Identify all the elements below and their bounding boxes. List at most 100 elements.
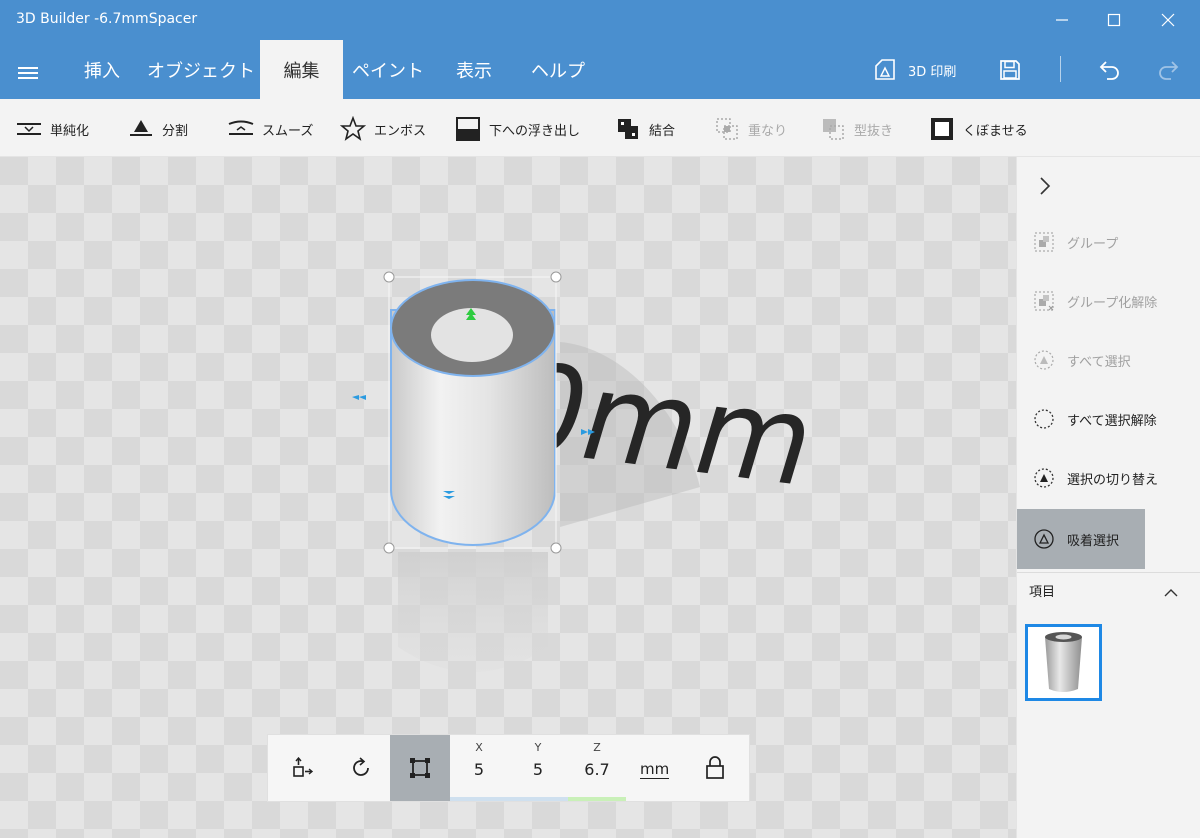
toggle-selection-icon <box>1034 468 1054 488</box>
merge-icon <box>618 119 638 139</box>
menu-bar: 挿入 オブジェクト 編集 ペイント 表示 ヘルプ 3D 印刷 <box>0 40 1200 99</box>
x-label: X <box>475 741 483 754</box>
lock-button[interactable] <box>688 735 742 801</box>
simplify-button[interactable]: 単純化 <box>16 115 89 143</box>
rotate-icon <box>353 757 369 776</box>
x-field[interactable]: X 5 <box>449 735 509 801</box>
maximize-button[interactable] <box>1088 0 1140 40</box>
tab-edit[interactable]: 編集 <box>260 40 343 99</box>
hollow-label: くぼませる <box>963 123 1028 139</box>
resize-handle-bottom-right[interactable] <box>550 542 562 554</box>
select-all-label: すべて選択 <box>1067 354 1131 370</box>
redo-icon <box>1159 61 1179 80</box>
emboss-label: エンボス <box>374 123 427 139</box>
save-icon <box>1000 60 1020 80</box>
xy-axis-bar <box>450 797 568 801</box>
3d-print-label: 3D 印刷 <box>908 64 957 80</box>
split-label: 分割 <box>162 123 189 139</box>
item-thumbnail[interactable] <box>1025 624 1102 701</box>
printer-3d-icon <box>875 59 895 80</box>
tab-help[interactable]: ヘルプ <box>515 40 601 99</box>
intersect-icon <box>716 118 738 140</box>
object-reflection <box>398 552 548 672</box>
z-field[interactable]: Z 6.7 <box>567 735 627 801</box>
tab-paint[interactable]: ペイント <box>343 40 433 99</box>
snap-select-button[interactable]: 吸着選択 <box>1017 509 1145 569</box>
resize-handle-top-right[interactable] <box>550 271 562 283</box>
smooth-button[interactable]: スムーズ <box>228 115 313 143</box>
tab-object[interactable]: オブジェクト <box>142 40 260 99</box>
move-icon <box>293 757 314 777</box>
undo-icon <box>1099 61 1119 80</box>
split-button[interactable]: 分割 <box>128 115 188 143</box>
intersect-label: 重なり <box>748 123 788 139</box>
tab-insert[interactable]: 挿入 <box>66 40 138 99</box>
unit-dropdown[interactable]: mm <box>640 760 670 779</box>
toggle-selection-button[interactable]: 選択の切り替え <box>1017 452 1200 504</box>
hollow-icon <box>931 118 953 140</box>
group-icon <box>1034 232 1054 252</box>
subtract-icon <box>823 119 844 140</box>
merge-button[interactable]: 結合 <box>615 115 675 143</box>
z-axis-bar <box>568 797 626 801</box>
save-button[interactable] <box>992 52 1028 88</box>
chevron-up-icon <box>1164 589 1178 597</box>
collapse-items-button[interactable] <box>1163 584 1179 603</box>
tab-view[interactable]: 表示 <box>437 40 511 99</box>
redo-button[interactable] <box>1150 52 1186 88</box>
select-all-button[interactable]: すべて選択 <box>1017 334 1200 386</box>
deselect-all-label: すべて選択解除 <box>1067 413 1157 429</box>
hamburger-menu-icon[interactable] <box>18 67 38 79</box>
intersect-button[interactable]: 重なり <box>714 115 787 143</box>
simplify-icon <box>17 123 41 135</box>
z-value[interactable]: 6.7 <box>567 760 627 779</box>
select-all-icon <box>1034 350 1054 370</box>
collapse-panel-button[interactable] <box>1037 175 1053 201</box>
toolbar-separator <box>1060 56 1061 82</box>
minimize-icon <box>1056 19 1068 21</box>
ungroup-icon <box>1034 291 1054 311</box>
items-heading: 項目 <box>1029 585 1056 600</box>
simplify-label: 単純化 <box>50 123 90 139</box>
transform-panel: X 5 Y 5 Z 6.7 <box>267 734 750 802</box>
edit-toolbar: 単純化 分割 スムーズ エンボス 下への浮き出し 結合 重なり 型抜き くぼませ… <box>0 99 1200 157</box>
close-button[interactable] <box>1142 0 1194 40</box>
y-label: Y <box>534 741 542 754</box>
hollow-button[interactable]: くぼませる <box>929 115 1028 143</box>
extrude-down-icon <box>456 117 480 141</box>
z-label: Z <box>593 741 601 754</box>
cylinder-thumbnail-icon <box>1045 632 1082 692</box>
3d-print-button[interactable]: 3D 印刷 <box>872 56 956 84</box>
x-axis-arrow-left-icon[interactable] <box>352 395 366 400</box>
y-value[interactable]: 5 <box>508 760 568 779</box>
chevron-right-icon <box>1040 177 1051 195</box>
panel-divider <box>1017 572 1200 573</box>
undo-button[interactable] <box>1092 52 1128 88</box>
side-panel: グループ グループ化解除 すべて選択 すべて選択解除 選択の切り替え 吸着選択 … <box>1016 157 1200 838</box>
snap-select-icon <box>1034 529 1054 549</box>
resize-handle-top-left[interactable] <box>383 271 395 283</box>
group-button[interactable]: グループ <box>1017 216 1200 268</box>
subtract-button[interactable]: 型抜き <box>820 115 893 143</box>
merge-label: 結合 <box>649 123 676 139</box>
y-field[interactable]: Y 5 <box>508 735 568 801</box>
extrude-down-button[interactable]: 下への浮き出し <box>455 115 580 143</box>
split-icon <box>130 120 152 136</box>
maximize-icon <box>1107 13 1121 27</box>
x-value[interactable]: 5 <box>449 760 509 779</box>
emboss-button[interactable]: エンボス <box>340 115 426 143</box>
smooth-icon <box>228 120 254 135</box>
subtract-label: 型抜き <box>854 123 894 139</box>
close-icon <box>1161 13 1175 27</box>
minimize-button[interactable] <box>1036 0 1088 40</box>
move-tool-button[interactable] <box>276 735 330 801</box>
window-title: 3D Builder -6.7mmSpacer <box>16 11 198 27</box>
deselect-all-button[interactable]: すべて選択解除 <box>1017 393 1200 445</box>
scale-icon <box>410 758 430 778</box>
ungroup-label: グループ化解除 <box>1067 295 1158 311</box>
resize-handle-bottom-left[interactable] <box>383 542 395 554</box>
scale-tool-button[interactable] <box>390 735 450 801</box>
star-icon <box>340 116 366 141</box>
rotate-tool-button[interactable] <box>334 735 388 801</box>
ungroup-button[interactable]: グループ化解除 <box>1017 275 1200 327</box>
